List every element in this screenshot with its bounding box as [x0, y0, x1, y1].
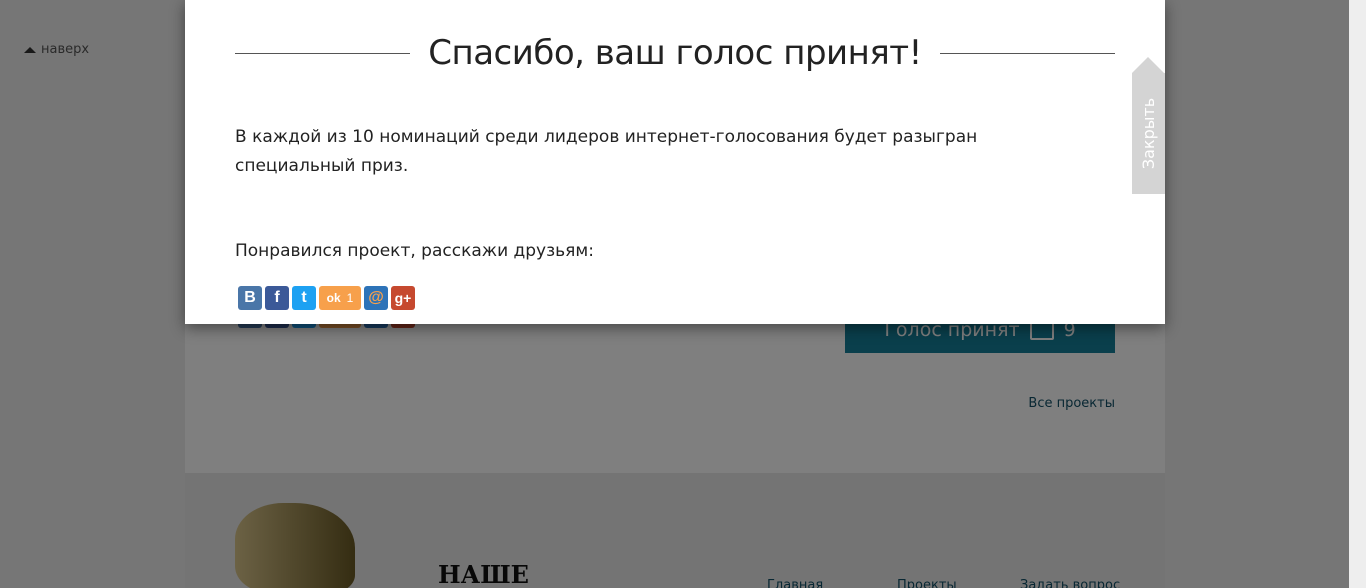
odnoklassniki-share-button[interactable]: ok 1: [319, 286, 361, 310]
googleplus-icon: g+: [394, 290, 412, 306]
vk-share-button[interactable]: B: [238, 286, 262, 310]
facebook-share-button[interactable]: f: [265, 286, 289, 310]
close-label: Закрыть: [1139, 97, 1159, 170]
modal-header: Спасибо, ваш голос принят!: [235, 33, 1115, 73]
share-buttons: B f t ok 1 @ g+: [238, 286, 415, 310]
odnoklassniki-icon: ok: [326, 291, 341, 305]
facebook-icon: f: [274, 289, 280, 306]
modal-title: Спасибо, ваш голос принят!: [428, 33, 922, 73]
vk-icon: B: [244, 289, 256, 306]
arrow-up-icon: [1132, 57, 1164, 73]
twitter-share-button[interactable]: t: [292, 286, 316, 310]
googleplus-share-button[interactable]: g+: [391, 286, 415, 310]
mailru-icon: @: [368, 289, 384, 306]
share-label: Понравился проект, расскажи друзьям:: [235, 241, 594, 261]
twitter-icon: t: [301, 289, 307, 306]
modal-message: В каждой из 10 номинаций среди лидеров и…: [235, 127, 978, 176]
divider: [235, 52, 411, 54]
close-tab-body: Закрыть: [1132, 73, 1165, 194]
scrollbar[interactable]: [1349, 0, 1366, 588]
share-count: 1: [346, 291, 354, 305]
close-modal-button[interactable]: Закрыть: [1132, 57, 1165, 194]
divider: [939, 52, 1115, 54]
mailru-share-button[interactable]: @: [364, 286, 388, 310]
vote-confirmation-modal: Спасибо, ваш голос принят! В каждой из 1…: [185, 0, 1165, 324]
